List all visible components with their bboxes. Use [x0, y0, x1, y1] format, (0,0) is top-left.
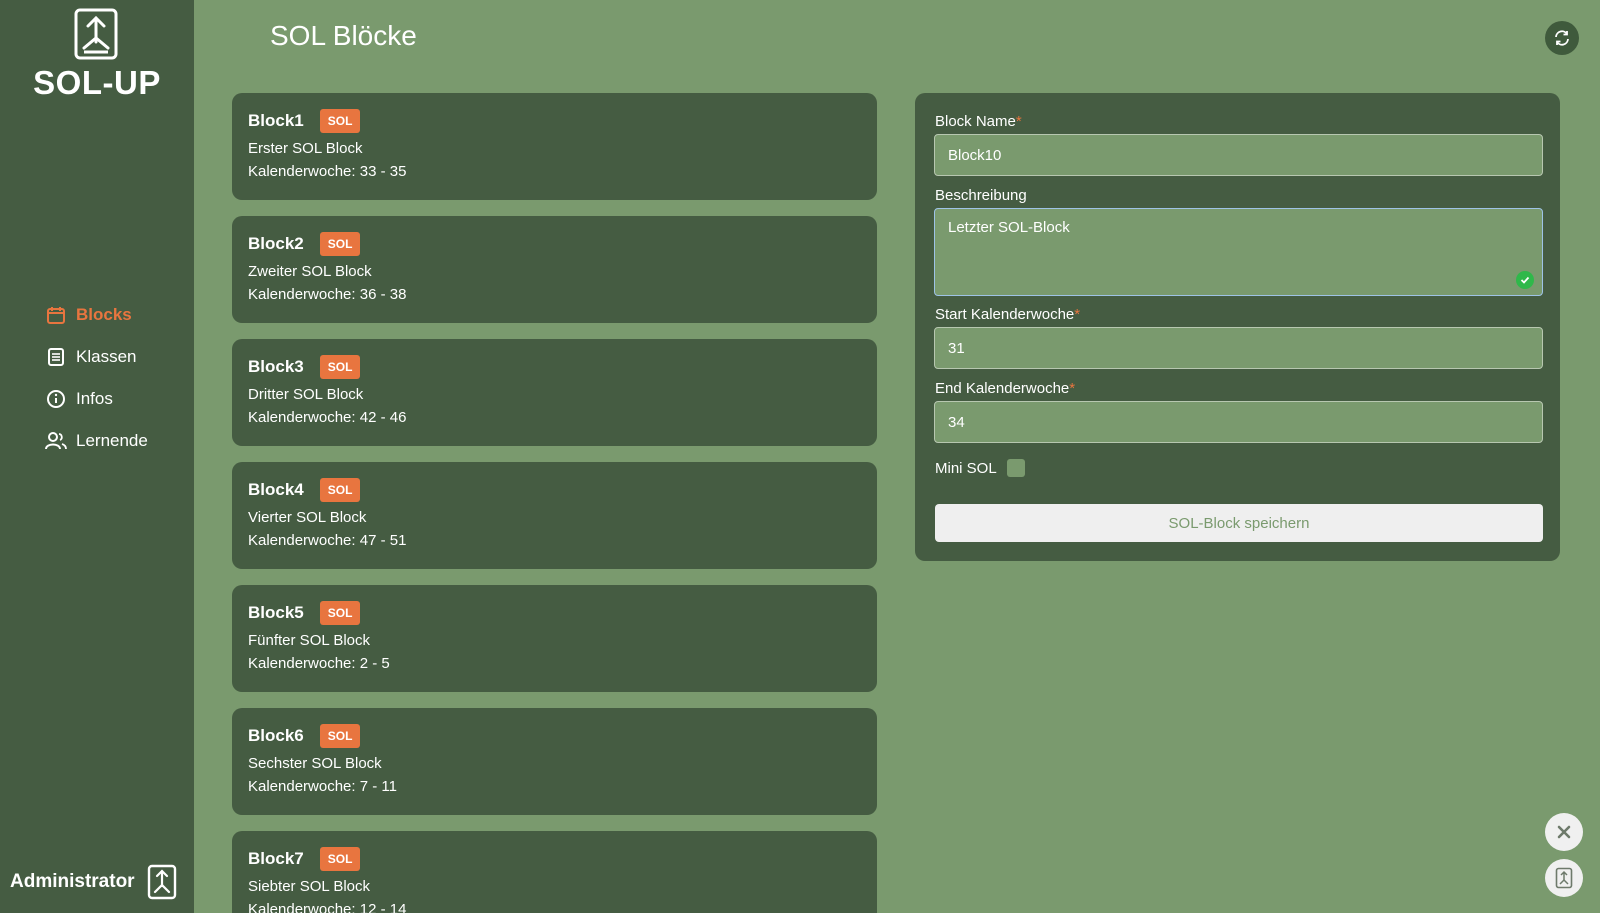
end-week-value: 34 — [948, 413, 965, 431]
mini-sol-row: Mini SOL — [935, 459, 1025, 477]
required-marker: * — [1069, 380, 1076, 397]
user-menu[interactable]: Administrator — [10, 864, 177, 900]
required-marker: * — [1015, 113, 1022, 130]
block-card[interactable]: Block5 SOL Fünfter SOL Block Kalenderwoc… — [232, 585, 877, 692]
block-card[interactable]: Block2 SOL Zweiter SOL Block Kalenderwoc… — [232, 216, 877, 323]
sidebar-item-infos[interactable]: Infos — [44, 378, 184, 420]
sidebar-item-blocks[interactable]: Blocks — [44, 294, 184, 336]
block-form: Block Name* Block10 Beschreibung Letzter… — [915, 93, 1560, 561]
calendar-icon — [44, 303, 68, 327]
sidebar-item-klassen[interactable]: Klassen — [44, 336, 184, 378]
block-card[interactable]: Block7 SOL Siebter SOL Block Kalenderwoc… — [232, 831, 877, 913]
end-week-label-text: End Kalenderwoche — [935, 380, 1070, 397]
block-weeks: Kalenderwoche: 47 - 51 — [248, 532, 407, 549]
block-description: Sechster SOL Block — [248, 755, 382, 772]
info-icon — [44, 387, 68, 411]
block-name: Block7 — [248, 849, 304, 868]
end-week-input[interactable]: 34 — [934, 401, 1543, 443]
sol-badge: SOL — [319, 478, 361, 502]
block-description: Vierter SOL Block — [248, 509, 367, 526]
block-card[interactable]: Block4 SOL Vierter SOL Block Kalenderwoc… — [232, 462, 877, 569]
block-weeks: Kalenderwoche: 12 - 14 — [248, 901, 407, 913]
block-name-label-text: Block Name — [935, 113, 1016, 130]
close-icon — [1557, 825, 1571, 839]
block-weeks: Kalenderwoche: 33 - 35 — [248, 163, 407, 180]
block-header: Block1 SOL — [248, 107, 861, 135]
block-header: Block2 SOL — [248, 230, 861, 258]
block-name-input[interactable]: Block10 — [934, 134, 1543, 176]
sidebar-item-label: Lernende — [76, 431, 148, 450]
block-list: Block1 SOL Erster SOL Block Kalenderwoch… — [232, 93, 877, 913]
end-week-label: End Kalenderwoche* — [935, 380, 1075, 397]
user-logo-icon — [147, 864, 176, 900]
block-description: Zweiter SOL Block — [248, 263, 372, 280]
block-name: Block6 — [248, 726, 304, 745]
description-textarea[interactable]: Letzter SOL-Block — [934, 208, 1543, 296]
block-name: Block1 — [248, 111, 304, 130]
sidebar-item-lernende[interactable]: Lernende — [44, 420, 184, 462]
block-weeks: Kalenderwoche: 7 - 11 — [248, 778, 397, 795]
list-icon — [44, 345, 68, 369]
block-weeks: Kalenderwoche: 36 - 38 — [248, 286, 407, 303]
block-weeks: Kalenderwoche: 2 - 5 — [248, 655, 390, 672]
sidebar-item-label: Klassen — [76, 347, 137, 366]
block-name: Block2 — [248, 234, 304, 253]
required-marker: * — [1074, 306, 1081, 323]
sol-badge: SOL — [319, 355, 361, 379]
sidebar-item-label: Blocks — [76, 305, 132, 324]
user-name: Administrator — [10, 871, 135, 892]
app-switch-button[interactable] — [1545, 859, 1583, 897]
refresh-button[interactable] — [1545, 21, 1579, 55]
block-description: Erster SOL Block — [248, 140, 363, 157]
users-icon — [44, 429, 68, 453]
block-header: Block4 SOL — [248, 476, 861, 504]
description-value: Letzter SOL-Block — [948, 219, 1070, 236]
block-description: Dritter SOL Block — [248, 386, 364, 403]
sidebar-nav: Blocks Klassen Infos Lernende — [44, 294, 184, 462]
block-name: Block4 — [248, 480, 304, 499]
page-title: SOL Blöcke — [270, 20, 417, 51]
block-card[interactable]: Block6 SOL Sechster SOL Block Kalenderwo… — [232, 708, 877, 815]
valid-check-icon — [1516, 271, 1534, 289]
app-title: SOL-UP — [33, 64, 161, 101]
sidebar-item-label: Infos — [76, 389, 113, 408]
block-name-label: Block Name* — [935, 113, 1022, 130]
block-name: Block5 — [248, 603, 304, 622]
block-weeks: Kalenderwoche: 42 - 46 — [248, 409, 407, 426]
close-button[interactable] — [1545, 813, 1583, 851]
sol-badge: SOL — [319, 847, 361, 871]
block-header: Block6 SOL — [248, 722, 861, 750]
block-header: Block7 SOL — [248, 845, 861, 873]
block-name: Block3 — [248, 357, 304, 376]
block-description: Fünfter SOL Block — [248, 632, 370, 649]
block-description: Siebter SOL Block — [248, 878, 370, 895]
block-card[interactable]: Block1 SOL Erster SOL Block Kalenderwoch… — [232, 93, 877, 200]
block-card[interactable]: Block3 SOL Dritter SOL Block Kalenderwoc… — [232, 339, 877, 446]
sol-badge: SOL — [319, 601, 361, 625]
app-root: SOL-UP Blocks Klassen Infos Lernende Adm… — [0, 0, 1600, 913]
mini-sol-checkbox[interactable] — [1006, 459, 1025, 477]
sol-badge: SOL — [319, 724, 361, 748]
refresh-icon — [1555, 30, 1569, 46]
start-week-value: 31 — [948, 339, 965, 357]
app-logo-icon — [74, 8, 118, 60]
sol-badge: SOL — [319, 232, 361, 256]
description-label: Beschreibung — [935, 187, 1027, 204]
save-block-button[interactable]: SOL-Block speichern — [935, 504, 1543, 542]
sol-badge: SOL — [319, 109, 361, 133]
start-week-label-text: Start Kalenderwoche — [935, 306, 1075, 323]
app-logo-small-icon — [1555, 867, 1573, 889]
start-week-label: Start Kalenderwoche* — [935, 306, 1080, 323]
sidebar: SOL-UP Blocks Klassen Infos Lernende Adm… — [0, 0, 194, 913]
block-header: Block5 SOL — [248, 599, 861, 627]
mini-sol-label: Mini SOL — [935, 459, 997, 477]
block-header: Block3 SOL — [248, 353, 861, 381]
block-name-value: Block10 — [948, 146, 1002, 164]
start-week-input[interactable]: 31 — [934, 327, 1543, 369]
